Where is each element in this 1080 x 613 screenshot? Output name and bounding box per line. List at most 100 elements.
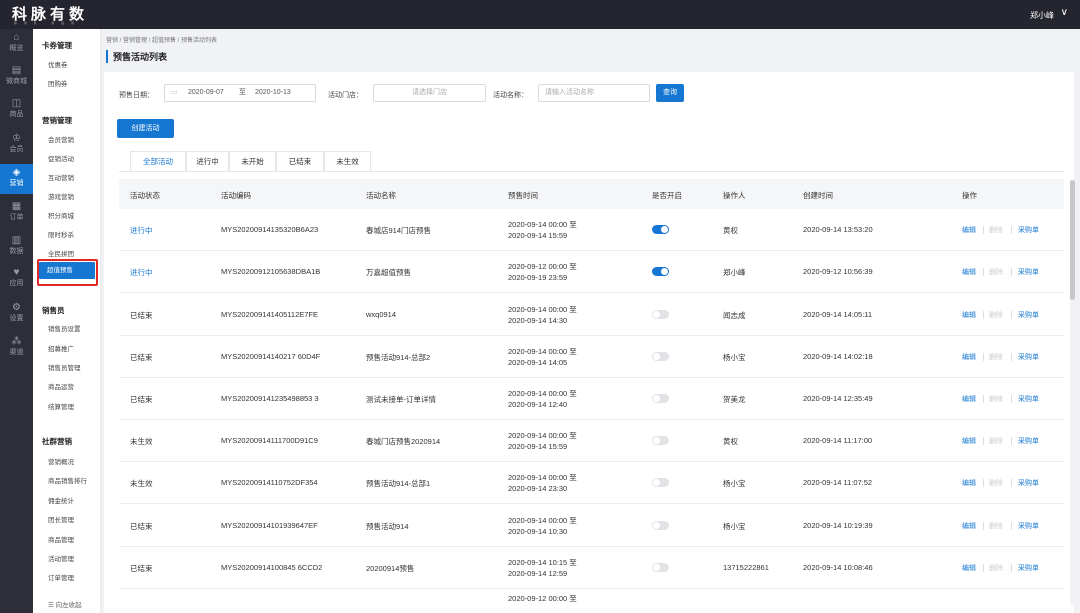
time-start-cell: 2020-09-14 00:00 至 xyxy=(508,515,577,525)
submenu-item[interactable]: 结算管理 xyxy=(48,401,74,411)
activity-name-label: 活动名称： xyxy=(493,92,528,99)
toggle-knob xyxy=(653,437,660,445)
edit-link[interactable]: 编辑 xyxy=(962,394,976,404)
divider xyxy=(983,268,984,277)
time-start-cell: 2020-09-14 10:15 至 xyxy=(508,557,577,567)
divider xyxy=(1011,437,1012,446)
nav-item-5[interactable]: ▦ 订单 xyxy=(0,198,33,228)
store-label: 活动门店： xyxy=(328,92,363,99)
edit-link[interactable]: 编辑 xyxy=(962,563,976,573)
nav-item-7[interactable]: ♥ 应用 xyxy=(0,264,33,294)
operator-cell: 贺美龙 xyxy=(723,394,746,404)
nav-item-8[interactable]: ⚙ 设置 xyxy=(0,299,33,329)
operator-cell: 郑小峰 xyxy=(723,268,746,278)
nav-item-6[interactable]: ▥ 数据 xyxy=(0,232,33,262)
crown-icon: ♔ xyxy=(12,133,21,144)
submenu-item[interactable]: 招募推广 xyxy=(48,343,74,353)
nav-item-4[interactable]: ◈ 营销 xyxy=(0,164,33,194)
tab-4[interactable]: 未生效 xyxy=(324,151,371,172)
enable-toggle[interactable] xyxy=(652,562,669,572)
store-select[interactable]: 请选择门店 xyxy=(373,84,486,102)
purchase-order-link[interactable]: 采购单 xyxy=(1018,352,1039,362)
code-cell: MYS202009141235498853 3 xyxy=(221,393,319,403)
submenu-item[interactable]: 商品管理 xyxy=(48,534,74,544)
code-cell: MYS202009141405112E7FE xyxy=(221,309,319,319)
edit-link[interactable]: 编辑 xyxy=(962,478,976,488)
edit-link[interactable]: 编辑 xyxy=(962,436,976,446)
activity-name-input[interactable]: 请输入活动名称 xyxy=(538,84,650,102)
tab-3[interactable]: 已结束 xyxy=(276,151,324,172)
enable-toggle[interactable] xyxy=(652,225,669,235)
name-cell: 预售活动914 xyxy=(366,521,409,531)
time-end-cell: 2020-09-14 14:30 xyxy=(508,315,568,325)
tab-2[interactable]: 未开始 xyxy=(229,151,276,172)
submenu-item[interactable]: 销售员管理 xyxy=(48,362,81,372)
submenu-item[interactable]: 团购券 xyxy=(48,78,68,88)
purchase-order-link[interactable]: 采购单 xyxy=(1018,521,1039,531)
store-icon: ▤ xyxy=(11,65,22,76)
enable-toggle[interactable] xyxy=(652,520,669,530)
submenu-item[interactable]: 订单管理 xyxy=(48,572,74,582)
submenu-item[interactable]: 佣金统计 xyxy=(48,495,74,505)
nav-item-label: 会员 xyxy=(9,146,24,153)
time-start-cell: 2020-09-14 00:00 至 xyxy=(508,304,577,314)
nav-item-3[interactable]: ♔ 会员 xyxy=(0,130,33,160)
purchase-order-link[interactable]: 采购单 xyxy=(1018,436,1039,446)
submenu-item[interactable]: 优惠券 xyxy=(48,59,68,69)
create-activity-button[interactable]: 创建活动 xyxy=(117,119,174,138)
breadcrumb: 营销 / 营销管理 / 超值预售 / 预售活动列表 xyxy=(106,38,218,44)
nav-item-1[interactable]: ▤ 微商城 xyxy=(0,62,33,92)
submenu-item[interactable]: 商品运营 xyxy=(48,381,74,391)
submenu-item[interactable]: 互动营销 xyxy=(48,172,74,182)
chevron-down-icon[interactable]: ∨ xyxy=(1061,7,1068,18)
enable-toggle[interactable] xyxy=(652,478,669,488)
submenu-item[interactable]: 游戏营销 xyxy=(48,191,74,201)
enable-toggle[interactable] xyxy=(652,309,669,319)
divider xyxy=(983,310,984,319)
query-button[interactable]: 查询 xyxy=(656,84,684,102)
tab-0[interactable]: 全部活动 xyxy=(130,151,186,172)
nav-item-0[interactable]: ⌂ 概览 xyxy=(0,29,33,59)
submenu-item[interactable]: 营销概况 xyxy=(48,456,74,466)
date-range-picker[interactable]: ▭ 2020-09-07 至 2020-10-13 xyxy=(164,84,316,102)
submenu-group-title: 营销管理 xyxy=(42,116,72,125)
scrollbar-thumb[interactable] xyxy=(1070,180,1075,300)
nav-item-label: 商品 xyxy=(9,111,24,118)
purchase-order-link[interactable]: 采购单 xyxy=(1018,267,1039,277)
submenu-item[interactable]: 商品销售排行 xyxy=(48,475,87,485)
collapse-menu-button[interactable]: ☰ 向左收起 xyxy=(48,599,82,609)
presale-date-label: 预售日期： xyxy=(119,92,154,99)
edit-link[interactable]: 编辑 xyxy=(962,267,976,277)
submenu-item[interactable]: 销售员设置 xyxy=(48,323,81,333)
tab-1[interactable]: 进行中 xyxy=(186,151,229,172)
submenu-item[interactable]: 会员营销 xyxy=(48,134,74,144)
toggle-knob xyxy=(653,394,660,402)
submenu-item[interactable]: 团长管理 xyxy=(48,514,74,524)
user-name[interactable]: 郑小峰 xyxy=(1030,10,1054,21)
enable-toggle[interactable] xyxy=(652,393,669,403)
submenu-item[interactable]: 活动管理 xyxy=(48,553,74,563)
nav-item-9[interactable]: ⁂ 渠道 xyxy=(0,333,33,363)
enable-toggle[interactable] xyxy=(652,351,669,361)
time-start-cell: 2020-09-14 00:00 至 xyxy=(508,431,577,441)
purchase-order-link[interactable]: 采购单 xyxy=(1018,225,1039,235)
submenu-item[interactable]: 促销活动 xyxy=(48,153,74,163)
enable-toggle[interactable] xyxy=(652,436,669,446)
time-end-cell: 2020-09-14 15:59 xyxy=(508,231,568,241)
created-cell: 2020-09-14 11:17:00 xyxy=(803,436,873,446)
purchase-order-link[interactable]: 采购单 xyxy=(1018,310,1039,320)
nav-item-2[interactable]: ◫ 商品 xyxy=(0,95,33,125)
enable-toggle[interactable] xyxy=(652,267,669,277)
edit-link[interactable]: 编辑 xyxy=(962,521,976,531)
purchase-order-link[interactable]: 采购单 xyxy=(1018,394,1039,404)
edit-link[interactable]: 编辑 xyxy=(962,225,976,235)
submenu-item[interactable]: 积分商城 xyxy=(48,210,74,220)
submenu-item[interactable]: 限时秒杀 xyxy=(48,229,74,239)
column-header: 预售时间 xyxy=(508,191,538,200)
purchase-order-link[interactable]: 采购单 xyxy=(1018,563,1039,573)
edit-link[interactable]: 编辑 xyxy=(962,310,976,320)
time-start-cell: 2020-09-14 00:00 至 xyxy=(508,220,577,230)
submenu-item[interactable]: 全民拼团 xyxy=(48,248,74,258)
purchase-order-link[interactable]: 采购单 xyxy=(1018,478,1039,488)
edit-link[interactable]: 编辑 xyxy=(962,352,976,362)
